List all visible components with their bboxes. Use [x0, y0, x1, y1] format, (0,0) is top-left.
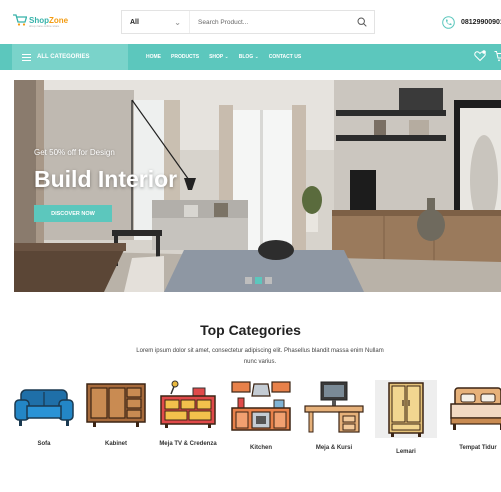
main-nav: ALL CATEGORIES HOME PRODUCTS SHOP ⌄ BLOG…: [0, 44, 501, 70]
hero-banner: Get 50% off for Design Build Interior DI…: [14, 80, 501, 292]
category-label: Sofa: [37, 441, 51, 447]
slider-dot-1[interactable]: [245, 277, 252, 284]
search-input[interactable]: [190, 18, 350, 26]
category-sofa[interactable]: Sofa: [12, 380, 76, 449]
cart-icon[interactable]: [494, 50, 501, 62]
tv-table-icon: [160, 380, 216, 428]
phone-contact[interactable]: 081299009011: [442, 16, 501, 29]
hero-title: Build Interior: [34, 166, 178, 192]
sofa-icon: [14, 389, 74, 426]
slider-dot-2[interactable]: [255, 277, 262, 284]
kitchen-icon: [231, 381, 291, 431]
nav-item-contact[interactable]: CONTACT US: [269, 54, 301, 60]
category-label: Lemari: [396, 449, 416, 455]
cart-logo-icon: [13, 14, 27, 26]
nav-item-products[interactable]: PRODUCTS: [171, 54, 199, 60]
section-title: Top Categories: [200, 322, 301, 338]
nav-item-shop[interactable]: SHOP ⌄: [209, 54, 229, 60]
hero-subtitle: Get 50% off for Design: [34, 148, 115, 157]
category-select[interactable]: All ⌄: [122, 11, 190, 33]
category-label: Kabinet: [104, 441, 127, 447]
nav-item-home[interactable]: HOME: [146, 54, 161, 60]
category-label: Meja TV & Credenza: [159, 441, 217, 447]
wardrobe-icon: [375, 380, 437, 438]
category-label: Tempat Tidur: [459, 445, 497, 451]
wishlist-heart-icon[interactable]: [474, 50, 486, 62]
phone-icon: [442, 16, 455, 29]
bed-icon: [450, 387, 501, 430]
header: ShopZone shop zone online store All ⌄ 08…: [0, 0, 501, 44]
menu-icon: [22, 53, 31, 61]
category-tempat-tidur[interactable]: Tempat Tidur: [446, 380, 501, 453]
section-description: Lorem ipsum dolor sit amet, consectetur …: [136, 348, 384, 365]
nav-menu: HOME PRODUCTS SHOP ⌄ BLOG ⌄ CONTACT US: [146, 44, 301, 70]
all-categories-button[interactable]: ALL CATEGORIES: [12, 44, 128, 70]
discover-now-button[interactable]: DISCOVER NOW: [34, 205, 112, 222]
nav-item-blog[interactable]: BLOG ⌄: [239, 54, 259, 60]
slider-dots: [245, 277, 272, 284]
nav-icons: [474, 50, 501, 62]
search-icon: [357, 17, 367, 27]
chevron-down-icon: ⌄: [174, 17, 181, 27]
category-meja-kursi[interactable]: Meja & Kursi: [302, 380, 366, 453]
phone-number: 081299009011: [461, 19, 501, 26]
category-select-value: All: [130, 18, 139, 26]
category-list: Sofa Kabinet Meja TV & Credenza Kitchen …: [0, 380, 501, 492]
all-categories-label: ALL CATEGORIES: [37, 54, 90, 60]
desk-icon: [304, 381, 364, 433]
cabinet-icon: [86, 383, 146, 427]
category-lemari[interactable]: Lemari: [374, 380, 438, 457]
category-meja-tv[interactable]: Meja TV & Credenza: [156, 380, 220, 449]
category-label: Kitchen: [249, 445, 272, 451]
category-label: Meja & Kursi: [315, 445, 353, 451]
search-bar: All ⌄: [121, 10, 375, 34]
search-button[interactable]: [350, 11, 374, 33]
slider-dot-3[interactable]: [265, 277, 272, 284]
category-kabinet[interactable]: Kabinet: [84, 380, 148, 449]
category-kitchen[interactable]: Kitchen: [229, 380, 293, 453]
logo-tagline: shop zone online store: [29, 24, 60, 28]
